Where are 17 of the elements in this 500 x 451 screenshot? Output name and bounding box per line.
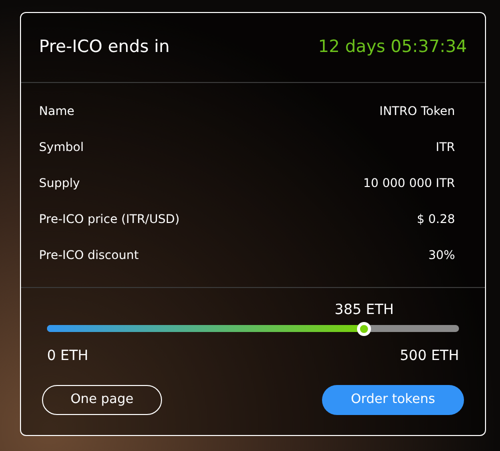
- detail-label: Name: [39, 103, 74, 120]
- detail-value: 10 000 000 ITR: [363, 175, 455, 192]
- detail-value: INTRO Token: [379, 103, 455, 120]
- detail-value: ITR: [436, 139, 455, 156]
- detail-label: Supply: [39, 175, 80, 192]
- min-amount: 0 ETH: [47, 347, 88, 366]
- max-amount: 500 ETH: [400, 347, 459, 366]
- countdown-timer: 12 days 05:37:34: [318, 36, 467, 59]
- slider-thumb[interactable]: [357, 322, 372, 336]
- card-title: Pre-ICO ends in: [39, 36, 170, 59]
- detail-value: $ 0.28: [416, 211, 455, 228]
- detail-value: 30%: [428, 247, 455, 264]
- detail-label: Pre-ICO discount: [39, 247, 139, 264]
- detail-label: Pre-ICO price (ITR/USD): [39, 211, 180, 228]
- detail-label: Symbol: [39, 139, 84, 156]
- raised-amount: 385 ETH: [334, 301, 394, 320]
- one-page-button[interactable]: One page: [42, 385, 162, 415]
